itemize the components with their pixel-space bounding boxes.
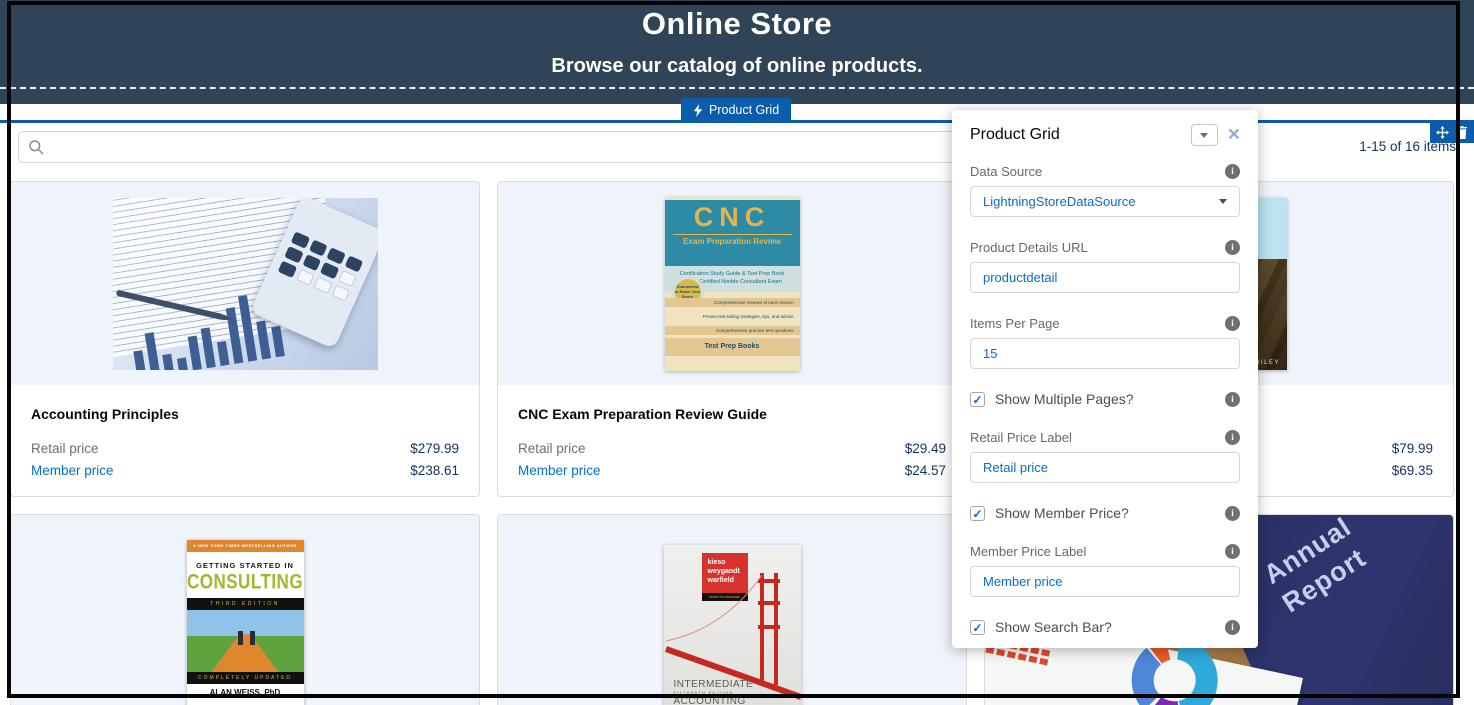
info-icon[interactable]: i (1225, 506, 1240, 521)
product-title[interactable]: CNC Exam Preparation Review Guide (518, 406, 946, 422)
cnc-bullet: Proven test-taking strategies, tips, and… (665, 312, 800, 321)
member-price-link[interactable]: Member price (31, 460, 114, 482)
product-image-cnc-guide: CNC Exam Preparation Review Certificatio… (498, 182, 966, 385)
product-card[interactable]: CNC Exam Preparation Review Certificatio… (497, 181, 967, 497)
section-divider-dashed (0, 87, 1474, 89)
info-icon[interactable]: i (1225, 316, 1240, 331)
product-title[interactable]: Accounting Principles (31, 406, 459, 422)
cnc-footer-text: Test Prep Books (665, 338, 800, 356)
chevron-down-icon (1200, 133, 1208, 138)
panel-title: Product Grid (970, 126, 1191, 144)
member-price-value: $69.35 (1392, 460, 1433, 482)
info-icon[interactable]: i (1225, 240, 1240, 255)
product-card[interactable]: A NEW YORK TIMES BESTSELLING AUTHOR GETT… (10, 514, 480, 705)
show-member-price-label: Show Member Price? (995, 505, 1225, 521)
retail-price-label-label: Retail Price Label (970, 430, 1072, 445)
retail-price-label: Retail price (31, 438, 99, 460)
search-icon (28, 139, 45, 156)
page-title: Online Store (0, 6, 1474, 42)
retail-price-label-input[interactable] (970, 452, 1240, 483)
property-panel-product-grid: Product Grid × Data Source i LightningSt… (952, 110, 1258, 648)
intermediate-title2: ACCOUNTING (674, 696, 754, 705)
product-image-consulting-book: A NEW YORK TIMES BESTSELLING AUTHOR GETT… (11, 515, 479, 705)
info-icon[interactable]: i (1225, 430, 1240, 445)
product-card[interactable]: kieso weygandt warfield learn for succes… (497, 514, 967, 705)
show-multiple-pages-label: Show Multiple Pages? (995, 391, 1225, 407)
consulting-edition: THIRD EDITION (187, 598, 304, 610)
retail-price-value: $279.99 (410, 438, 459, 460)
info-icon[interactable]: i (1225, 164, 1240, 179)
product-image-accounting-principles (11, 182, 479, 385)
page-subtitle: Browse our catalog of online products. (0, 55, 1474, 78)
info-icon[interactable]: i (1225, 620, 1240, 635)
product-details-url-label: Product Details URL (970, 240, 1088, 255)
member-price-value: $24.57 (905, 460, 946, 482)
member-price-value: $238.61 (410, 460, 459, 482)
member-price-label-label: Member Price Label (970, 544, 1086, 559)
chevron-down-icon (1219, 199, 1227, 204)
consulting-tagline: A NEW YORK TIMES BESTSELLING AUTHOR (187, 540, 304, 552)
component-mini-toolbar (1430, 122, 1474, 143)
info-icon[interactable]: i (1225, 392, 1240, 407)
retail-price-label: Retail price (518, 438, 586, 460)
data-source-select[interactable]: LightningStoreDataSource (970, 186, 1240, 217)
component-tab-label: Product Grid (709, 103, 779, 117)
builder-canvas: Online Store Browse our catalog of onlin… (0, 0, 1474, 705)
items-per-page-input[interactable] (970, 338, 1240, 369)
panel-menu-button[interactable] (1191, 124, 1218, 146)
data-source-label: Data Source (970, 164, 1042, 179)
retail-price-value: $29.49 (905, 438, 946, 460)
move-icon[interactable] (1436, 126, 1449, 139)
cnc-brand-text: CNC (665, 200, 800, 234)
consulting-updated: COMPLETELY UPDATED (187, 672, 304, 684)
items-per-page-label: Items Per Page (970, 316, 1060, 331)
member-price-link[interactable]: Member price (518, 460, 601, 482)
data-source-value: LightningStoreDataSource (983, 194, 1136, 209)
product-details-url-input[interactable] (970, 262, 1240, 293)
show-member-price-checkbox[interactable]: ✓ (970, 506, 985, 521)
show-multiple-pages-checkbox[interactable]: ✓ (970, 392, 985, 407)
cnc-bullet: Comprehensive practice test questions (665, 326, 800, 335)
show-search-bar-checkbox[interactable]: ✓ (970, 620, 985, 635)
consulting-kicker: GETTING STARTED IN (187, 561, 304, 570)
product-card[interactable]: Accounting Principles Retail price $279.9… (10, 181, 480, 497)
info-icon[interactable]: i (1225, 544, 1240, 559)
cnc-bullet: Comprehensive reviews of each section (665, 298, 800, 307)
intermediate-title1: INTERMEDIATE (674, 679, 754, 690)
show-search-bar-label: Show Search Bar? (995, 619, 1225, 635)
close-icon[interactable]: × (1228, 125, 1240, 145)
consulting-author: ALAN WEISS, PhD (187, 684, 304, 702)
lightning-bolt-icon (693, 104, 703, 117)
product-image-intermediate-accounting: kieso weygandt warfield learn for succes… (498, 515, 966, 705)
retail-price-value: $79.99 (1392, 438, 1433, 460)
trash-icon[interactable] (1456, 126, 1468, 139)
component-tab-product-grid[interactable]: Product Grid (681, 98, 791, 122)
consulting-title: CONSULTING (187, 569, 304, 594)
member-price-label-input[interactable] (970, 566, 1240, 597)
cnc-band-text: Exam Preparation Review (673, 234, 792, 246)
